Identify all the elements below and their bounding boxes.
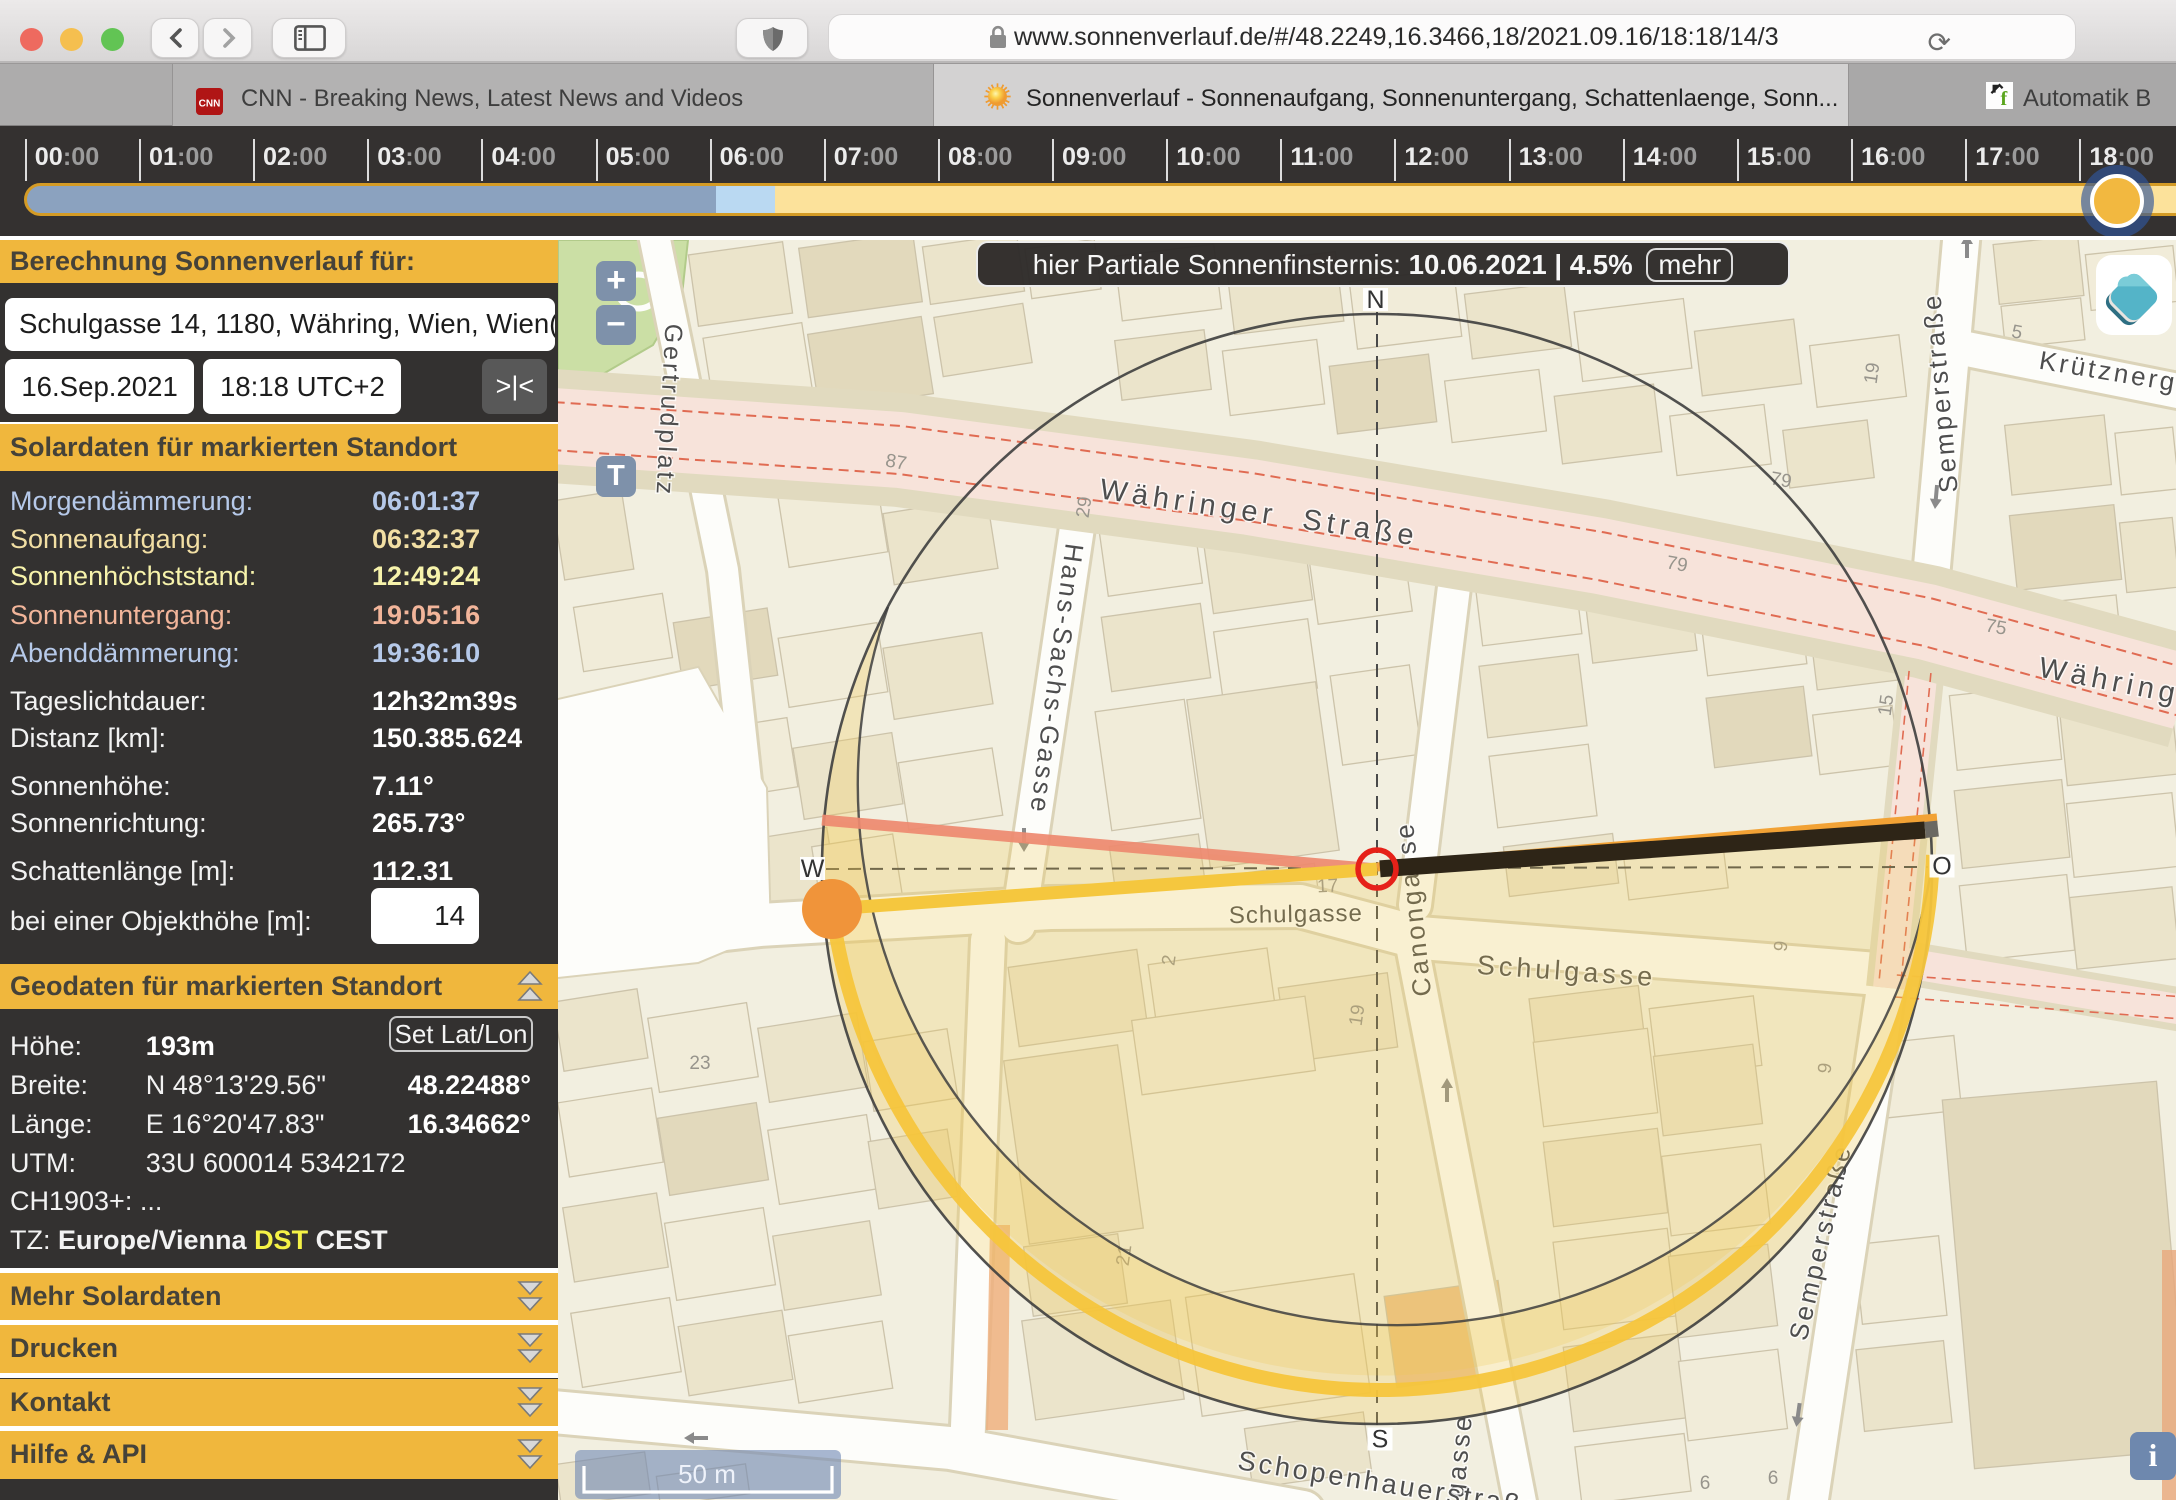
svg-text:f: f [2001, 88, 2008, 109]
svg-text:CNN: CNN [199, 99, 221, 110]
svg-text:15: 15 [1875, 693, 1899, 717]
svg-text:N: N [1366, 286, 1384, 314]
svg-text:23: 23 [689, 1053, 710, 1074]
svg-text:S: S [1372, 1426, 1389, 1454]
svg-text:6: 6 [1768, 1468, 1779, 1489]
svg-text:87: 87 [884, 450, 908, 474]
svg-text:50 m: 50 m [678, 1459, 736, 1489]
svg-text:79: 79 [1665, 552, 1689, 576]
svg-text:75: 75 [1984, 615, 2008, 639]
svg-text:O: O [1932, 853, 1951, 881]
svg-text:6: 6 [1700, 1473, 1711, 1494]
svg-text:19: 19 [1861, 361, 1885, 385]
svg-text:29: 29 [1073, 495, 1097, 519]
svg-text:W: W [801, 855, 825, 883]
